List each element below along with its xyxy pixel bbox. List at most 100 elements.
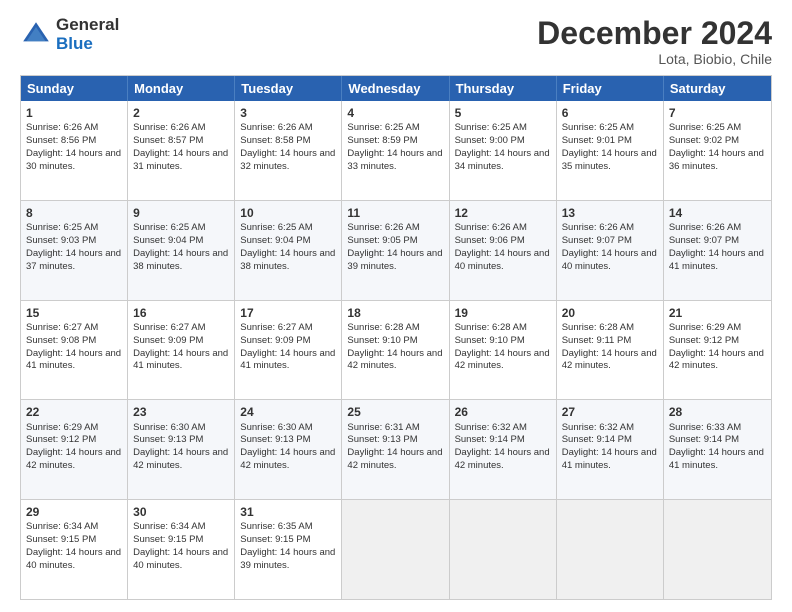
sunrise: Sunrise: 6:25 AM (240, 222, 312, 233)
sunset: Sunset: 9:03 PM (26, 235, 96, 246)
daylight: Daylight: 14 hours and 35 minutes. (562, 148, 657, 172)
cal-cell-23: 23Sunrise: 6:30 AMSunset: 9:13 PMDayligh… (128, 400, 235, 499)
daylight: Daylight: 14 hours and 34 minutes. (455, 148, 550, 172)
title-block: December 2024 Lota, Biobio, Chile (537, 16, 772, 67)
daylight: Daylight: 14 hours and 40 minutes. (562, 248, 657, 272)
calendar: Sunday Monday Tuesday Wednesday Thursday… (20, 75, 772, 600)
daylight: Daylight: 14 hours and 41 minutes. (562, 447, 657, 471)
day-number: 5 (455, 105, 551, 121)
sunset: Sunset: 9:15 PM (26, 534, 96, 545)
daylight: Daylight: 14 hours and 32 minutes. (240, 148, 335, 172)
cal-cell-31: 31Sunrise: 6:35 AMSunset: 9:15 PMDayligh… (235, 500, 342, 599)
sunset: Sunset: 9:13 PM (347, 434, 417, 445)
daylight: Daylight: 14 hours and 41 minutes. (240, 348, 335, 372)
header-thursday: Thursday (450, 76, 557, 101)
cal-cell-25: 25Sunrise: 6:31 AMSunset: 9:13 PMDayligh… (342, 400, 449, 499)
daylight: Daylight: 14 hours and 30 minutes. (26, 148, 121, 172)
daylight: Daylight: 14 hours and 41 minutes. (26, 348, 121, 372)
sunrise: Sunrise: 6:34 AM (133, 521, 205, 532)
cal-cell-18: 18Sunrise: 6:28 AMSunset: 9:10 PMDayligh… (342, 301, 449, 400)
day-number: 14 (669, 205, 766, 221)
cal-cell-27: 27Sunrise: 6:32 AMSunset: 9:14 PMDayligh… (557, 400, 664, 499)
daylight: Daylight: 14 hours and 33 minutes. (347, 148, 442, 172)
sunset: Sunset: 9:09 PM (133, 335, 203, 346)
daylight: Daylight: 14 hours and 41 minutes. (133, 348, 228, 372)
daylight: Daylight: 14 hours and 37 minutes. (26, 248, 121, 272)
logo-icon (20, 19, 52, 51)
sunrise: Sunrise: 6:29 AM (669, 322, 741, 333)
daylight: Daylight: 14 hours and 40 minutes. (26, 547, 121, 571)
cal-cell-15: 15Sunrise: 6:27 AMSunset: 9:08 PMDayligh… (21, 301, 128, 400)
cal-cell-20: 20Sunrise: 6:28 AMSunset: 9:11 PMDayligh… (557, 301, 664, 400)
daylight: Daylight: 14 hours and 38 minutes. (133, 248, 228, 272)
cal-cell-28: 28Sunrise: 6:33 AMSunset: 9:14 PMDayligh… (664, 400, 771, 499)
day-number: 6 (562, 105, 658, 121)
sunset: Sunset: 9:02 PM (669, 135, 739, 146)
sunrise: Sunrise: 6:28 AM (347, 322, 419, 333)
day-number: 25 (347, 404, 443, 420)
cal-cell-12: 12Sunrise: 6:26 AMSunset: 9:06 PMDayligh… (450, 201, 557, 300)
cal-cell-3: 3Sunrise: 6:26 AMSunset: 8:58 PMDaylight… (235, 101, 342, 200)
daylight: Daylight: 14 hours and 39 minutes. (347, 248, 442, 272)
sunset: Sunset: 8:58 PM (240, 135, 310, 146)
sunrise: Sunrise: 6:26 AM (669, 222, 741, 233)
cal-cell-21: 21Sunrise: 6:29 AMSunset: 9:12 PMDayligh… (664, 301, 771, 400)
cal-cell-19: 19Sunrise: 6:28 AMSunset: 9:10 PMDayligh… (450, 301, 557, 400)
sunset: Sunset: 9:08 PM (26, 335, 96, 346)
daylight: Daylight: 14 hours and 42 minutes. (26, 447, 121, 471)
daylight: Daylight: 14 hours and 42 minutes. (240, 447, 335, 471)
sunrise: Sunrise: 6:30 AM (133, 422, 205, 433)
day-number: 26 (455, 404, 551, 420)
sunset: Sunset: 9:14 PM (669, 434, 739, 445)
cal-cell-empty-4-3 (342, 500, 449, 599)
sunrise: Sunrise: 6:26 AM (347, 222, 419, 233)
subtitle: Lota, Biobio, Chile (537, 51, 772, 67)
logo-text: General Blue (56, 16, 119, 53)
daylight: Daylight: 14 hours and 31 minutes. (133, 148, 228, 172)
cal-cell-8: 8Sunrise: 6:25 AMSunset: 9:03 PMDaylight… (21, 201, 128, 300)
sunset: Sunset: 9:01 PM (562, 135, 632, 146)
daylight: Daylight: 14 hours and 40 minutes. (133, 547, 228, 571)
daylight: Daylight: 14 hours and 39 minutes. (240, 547, 335, 571)
sunset: Sunset: 9:11 PM (562, 335, 632, 346)
daylight: Daylight: 14 hours and 42 minutes. (669, 348, 764, 372)
header: General Blue December 2024 Lota, Biobio,… (20, 16, 772, 67)
sunset: Sunset: 9:12 PM (26, 434, 96, 445)
sunrise: Sunrise: 6:32 AM (455, 422, 527, 433)
sunset: Sunset: 9:09 PM (240, 335, 310, 346)
cal-row-5: 29Sunrise: 6:34 AMSunset: 9:15 PMDayligh… (21, 499, 771, 599)
day-number: 20 (562, 305, 658, 321)
cal-row-4: 22Sunrise: 6:29 AMSunset: 9:12 PMDayligh… (21, 399, 771, 499)
cal-cell-10: 10Sunrise: 6:25 AMSunset: 9:04 PMDayligh… (235, 201, 342, 300)
sunset: Sunset: 9:12 PM (669, 335, 739, 346)
logo-blue-text: Blue (56, 35, 119, 54)
cal-cell-5: 5Sunrise: 6:25 AM Sunset: 9:00 PM Daylight… (450, 101, 557, 200)
daylight: Daylight: 14 hours and 42 minutes. (347, 447, 442, 471)
sunset: Sunset: 9:07 PM (562, 235, 632, 246)
sunrise: Sunrise: 6:26 AM (562, 222, 634, 233)
sunrise: Sunrise: 6:25 AM (133, 222, 205, 233)
sunrise: Sunrise: 6:25 AM (562, 122, 634, 133)
day-number: 7 (669, 105, 766, 121)
sunrise: Sunrise: 6:26 AM (240, 122, 312, 133)
cal-cell-2: 2Sunrise: 6:26 AMSunset: 8:57 PMDaylight… (128, 101, 235, 200)
sunrise: Sunrise: 6:25 AM (455, 122, 527, 133)
cal-row-2: 8Sunrise: 6:25 AMSunset: 9:03 PMDaylight… (21, 200, 771, 300)
sunset: Sunset: 9:14 PM (455, 434, 525, 445)
header-monday: Monday (128, 76, 235, 101)
cal-cell-26: 26Sunrise: 6:32 AMSunset: 9:14 PMDayligh… (450, 400, 557, 499)
sunrise: Sunrise: 6:29 AM (26, 422, 98, 433)
header-sunday: Sunday (21, 76, 128, 101)
sunset: Sunset: 9:05 PM (347, 235, 417, 246)
cal-cell-empty-4-5 (557, 500, 664, 599)
sunset: Sunset: 8:57 PM (133, 135, 203, 146)
day-number: 27 (562, 404, 658, 420)
sunset: Sunset: 9:00 PM (455, 135, 525, 146)
day-number: 13 (562, 205, 658, 221)
sunrise: Sunrise: 6:26 AM (455, 222, 527, 233)
sunrise: Sunrise: 6:25 AM (26, 222, 98, 233)
sunrise: Sunrise: 6:25 AM (347, 122, 419, 133)
header-tuesday: Tuesday (235, 76, 342, 101)
cal-cell-16: 16Sunrise: 6:27 AMSunset: 9:09 PMDayligh… (128, 301, 235, 400)
sunset: Sunset: 9:13 PM (133, 434, 203, 445)
